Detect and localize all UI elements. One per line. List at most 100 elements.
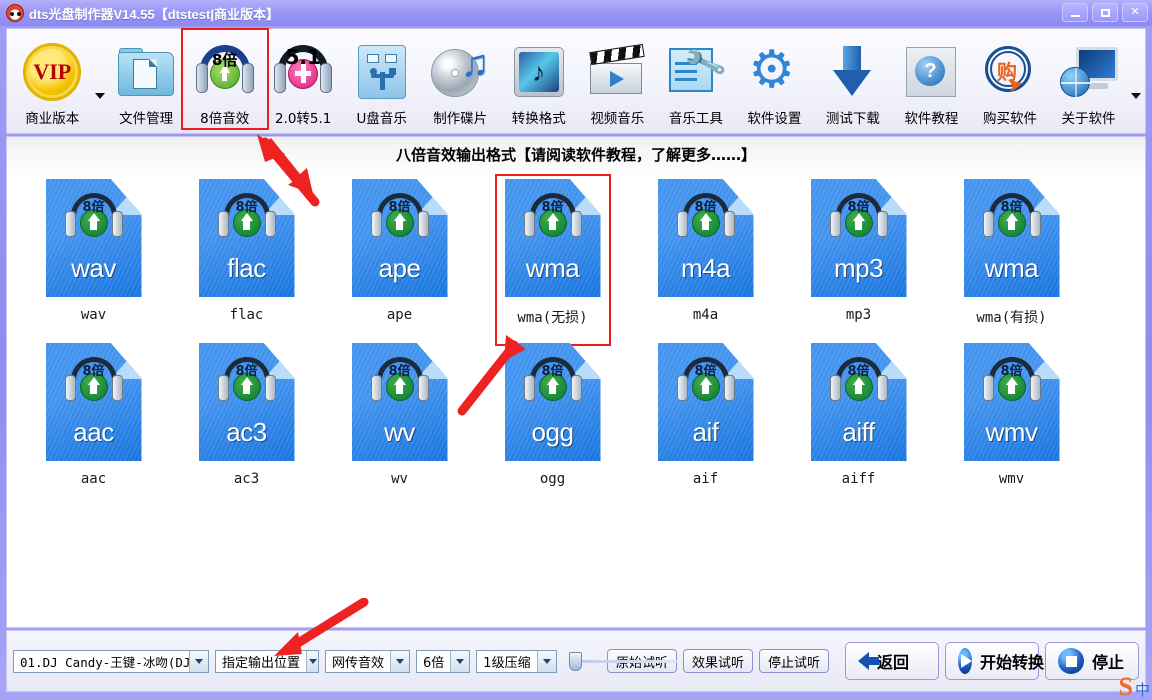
badge-8x: 8倍 — [1000, 364, 1023, 379]
file-format-icon: 8倍 m4a — [657, 179, 754, 297]
format-item-label: ac3 — [233, 471, 260, 487]
bottom-toolbar: 01.DJ Candy-王键-冰吻(DJ版) 指定输出位置 网传音效 6倍 1级… — [6, 630, 1146, 692]
file-format-icon: 8倍 aiff — [810, 343, 907, 461]
badge-8x: 8倍 — [235, 364, 258, 379]
badge-8x: 8倍 — [694, 200, 717, 215]
toolbar-item-about[interactable]: 关于软件 — [1049, 33, 1128, 131]
toolbar-item-usb-music[interactable]: U盘音乐 — [342, 33, 421, 131]
badge-8x: 8倍 — [82, 200, 105, 215]
toolbar-item-buy[interactable]: 购 ➤ 购买软件 — [971, 33, 1050, 131]
toolbar-label: 文件管理 — [119, 111, 174, 127]
toolbar-label: 购买软件 — [982, 111, 1037, 127]
multiplier-select[interactable]: 6倍 — [416, 649, 471, 673]
headphone-8x-icon: 8倍 — [64, 357, 124, 413]
folder-document-icon — [118, 39, 175, 105]
format-item-label: ape — [386, 307, 413, 323]
toolbar-overflow-caret[interactable] — [1128, 33, 1143, 131]
compression-value: 1级压缩 — [483, 655, 531, 671]
output-location-select[interactable]: 指定输出位置 — [215, 649, 319, 673]
file-format-icon: 8倍 wmv — [963, 343, 1060, 461]
format-item-label: wmv — [998, 471, 1025, 487]
effect-select[interactable]: 网传音效 — [325, 649, 411, 673]
window-controls: ✕ — [1062, 3, 1148, 22]
download-arrow-icon — [829, 39, 877, 105]
format-selection-panel: 八倍音效输出格式【请阅读软件教程，了解更多……】 8倍 wav wav 8倍 flac f… — [6, 136, 1146, 628]
panel-title: 八倍音效输出格式【请阅读软件教程，了解更多……】 — [395, 146, 756, 164]
format-item-ac3[interactable]: 8倍 ac3 ac3 — [170, 343, 323, 487]
format-item-aif[interactable]: 8倍 aif aif — [629, 343, 782, 487]
toolbar-item-commercial[interactable]: VIP 商业版本 — [13, 33, 92, 131]
chevron-down-icon — [1131, 93, 1142, 99]
toolbar-item-make-disc[interactable]: ♫ 制作碟片 — [421, 33, 500, 131]
file-format-icon: 8倍 aif — [657, 343, 754, 461]
format-item-m4a[interactable]: 8倍 m4a m4a — [629, 179, 782, 327]
minimize-button[interactable] — [1062, 3, 1088, 22]
format-grid: 8倍 wav wav 8倍 flac flac 8倍 ape ape 8倍 wma wma(无损) 8倍… — [7, 165, 1145, 487]
format-item-label: flac — [229, 307, 264, 323]
chevron-down-icon[interactable] — [390, 650, 410, 672]
track-select-value: 01.DJ Candy-王键-冰吻(DJ版) — [20, 654, 189, 670]
format-item-wav[interactable]: 8倍 wav wav — [17, 179, 170, 327]
toolbar-item-test-download[interactable]: 测试下载 — [814, 33, 893, 131]
toolbar-item-settings[interactable]: ⚙ 软件设置 — [735, 33, 814, 131]
close-button[interactable]: ✕ — [1122, 3, 1148, 22]
format-item-aac[interactable]: 8倍 aac aac — [17, 343, 170, 487]
format-item-mp3[interactable]: 8倍 mp3 mp3 — [782, 179, 935, 327]
toolbar-label: 软件设置 — [747, 111, 802, 127]
start-convert-button[interactable]: 开始转换 — [945, 642, 1044, 680]
toolbar-label: 转换格式 — [511, 111, 566, 127]
format-item-label: wma(有损) — [976, 310, 1047, 326]
format-row-1: 8倍 wav wav 8倍 flac flac 8倍 ape ape 8倍 wma wma(无损) 8倍… — [17, 174, 1135, 346]
headphone-8x-icon: 8倍 — [829, 193, 889, 249]
ime-mode-label: 中 — [1134, 681, 1150, 699]
commercial-dropdown-caret[interactable] — [92, 33, 107, 131]
format-item-label: wav — [80, 307, 107, 323]
back-button[interactable]: 返回 — [845, 642, 939, 680]
badge-8x: 8倍 — [541, 364, 564, 379]
title-bar: dts光盘制作器V14.55【dtstest|商业版本】 ✕ — [0, 0, 1152, 26]
multiplier-value: 6倍 — [423, 655, 445, 671]
format-extension-text: ac3 — [226, 417, 267, 447]
file-format-icon: 8倍 aac — [45, 343, 142, 461]
format-item-ape[interactable]: 8倍 ape ape — [323, 179, 476, 327]
file-format-icon: 8倍 mp3 — [810, 179, 907, 297]
chevron-down-icon[interactable] — [450, 650, 470, 672]
format-item-wmv[interactable]: 8倍 wmv wmv — [935, 343, 1088, 487]
stop-preview-button[interactable]: 停止试听 — [758, 649, 829, 673]
toolbar-item-music-tools[interactable]: 🔧 音乐工具 — [657, 33, 736, 131]
output-location-value: 指定输出位置 — [222, 655, 301, 671]
format-item-flac[interactable]: 8倍 flac flac — [170, 179, 323, 327]
chevron-down-icon[interactable] — [536, 650, 556, 672]
track-select[interactable]: 01.DJ Candy-王键-冰吻(DJ版) — [13, 649, 209, 673]
headphone-8x-icon: 8倍 — [676, 357, 736, 413]
volume-slider[interactable] — [568, 650, 677, 672]
toolbar-item-file-manager[interactable]: 文件管理 — [107, 33, 186, 131]
format-item-wv[interactable]: 8倍 wv wv — [323, 343, 476, 487]
format-extension-text: mp3 — [833, 253, 884, 283]
stop-button-label: 停止 — [1092, 653, 1125, 672]
badge-8x: 8倍 — [388, 200, 411, 215]
toolbar-label: 商业版本 — [25, 111, 80, 127]
format-item-ogg[interactable]: 8倍 ogg ogg — [476, 343, 629, 487]
toolbar-item-tutorial[interactable]: ? 软件教程 — [892, 33, 971, 131]
format-item-wma[interactable]: 8倍 wma wma(有损) — [935, 179, 1088, 327]
slider-knob[interactable] — [568, 652, 582, 671]
toolbar-item-convert-format[interactable]: ♪ 转换格式 — [500, 33, 579, 131]
clapperboard-icon — [588, 39, 646, 105]
toolbar-label: 2.0转5.1 — [274, 111, 332, 127]
format-item-wma[interactable]: 8倍 wma wma(无损) — [476, 174, 629, 346]
headphone-8x-icon: 8倍 — [982, 193, 1042, 249]
preview-effect-button[interactable]: 效果试听 — [682, 649, 753, 673]
chevron-down-icon[interactable] — [306, 650, 318, 672]
headphone-8x-icon: 8倍 — [523, 193, 583, 249]
toolbar-item-8x-audio[interactable]: 8倍 8倍音效 — [181, 28, 270, 131]
format-item-aiff[interactable]: 8倍 aiff aiff — [782, 343, 935, 487]
slider-track — [568, 660, 677, 663]
compression-select[interactable]: 1级压缩 — [476, 649, 557, 673]
badge-8x: 8倍 — [211, 51, 238, 69]
format-item-label: mp3 — [845, 307, 872, 323]
toolbar-item-20-to-51[interactable]: 5.1 2.0转5.1 — [264, 33, 343, 131]
toolbar-item-video-music[interactable]: 视频音乐 — [578, 33, 657, 131]
chevron-down-icon[interactable] — [189, 650, 208, 672]
maximize-button[interactable] — [1092, 3, 1118, 22]
